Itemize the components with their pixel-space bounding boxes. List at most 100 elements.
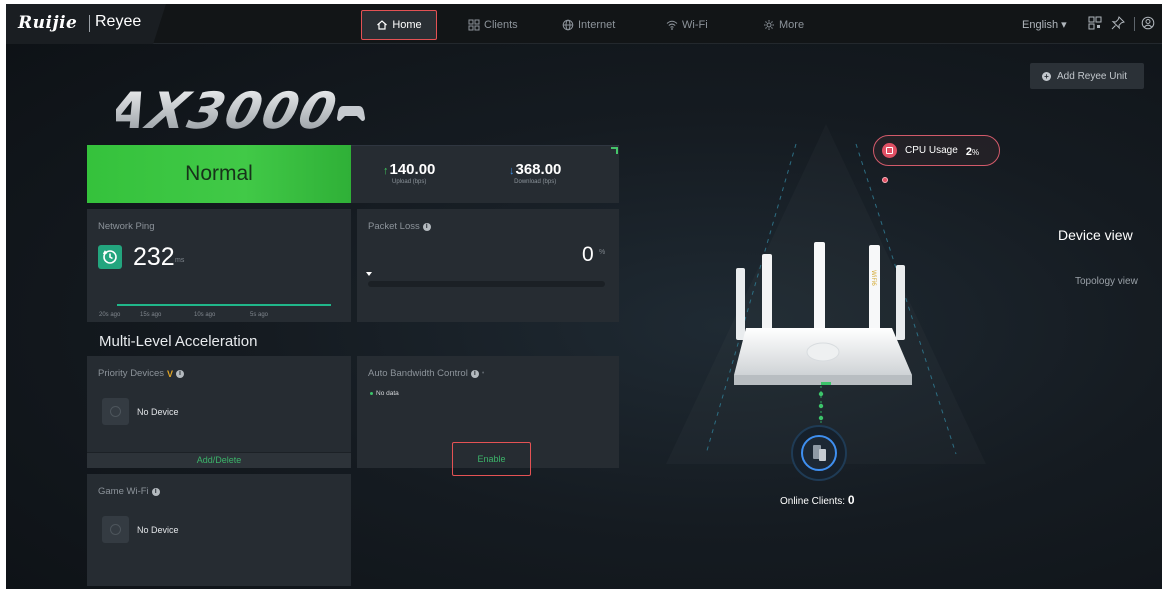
ping-tick: 15s ago xyxy=(140,312,162,318)
enable-button[interactable]: Enable xyxy=(452,442,531,476)
nav-clients-label: Clients xyxy=(484,19,518,31)
download-value: 368.00 xyxy=(515,161,562,178)
auto-bandwidth-card: Auto Bandwidth Control i • No data Enabl… xyxy=(357,356,619,476)
top-divider xyxy=(1134,17,1135,31)
chevron-down-icon: ▾ xyxy=(1061,19,1067,31)
logo-brand: Ruijie xyxy=(18,13,78,33)
corner-accent xyxy=(611,147,618,154)
packet-loss-card: Packet Loss i 0 % xyxy=(357,209,619,322)
top-nav-bar: Ruijie Reyee Home Clients Internet Wi-Fi… xyxy=(6,4,1162,44)
wifi-icon xyxy=(666,20,678,30)
online-clients-label: Online Clients: 0 xyxy=(780,493,855,507)
connection-line xyxy=(818,386,824,426)
qr-code-icon[interactable] xyxy=(1088,16,1102,30)
account-icon[interactable] xyxy=(1141,16,1155,30)
cpu-usage-label: CPU Usage xyxy=(905,145,958,156)
nav-wifi-label: Wi-Fi xyxy=(682,19,708,31)
game-wifi-title: Game Wi-Fi xyxy=(98,486,149,497)
nav-more[interactable]: More xyxy=(763,16,804,34)
upload-arrow-icon: ↑ xyxy=(383,165,389,177)
network-status-badge: Normal xyxy=(87,145,351,203)
status-dot-icon: • xyxy=(481,370,485,377)
nav-home-label: Home xyxy=(392,19,422,31)
vip-icon: V xyxy=(167,368,174,379)
game-wifi-empty-label: No Device xyxy=(137,525,179,535)
network-ping-card: Network Ping 232 ms 20s ago 15s ago 10s … xyxy=(87,209,351,322)
bandwidth-status: No data xyxy=(370,390,399,397)
info-icon[interactable]: i xyxy=(422,222,431,231)
tab-device-view[interactable]: Device view xyxy=(1058,227,1133,243)
plus-icon: + xyxy=(1042,71,1051,81)
packet-loss-unit: % xyxy=(599,249,606,256)
nav-internet[interactable]: Internet xyxy=(562,16,615,34)
ping-tick: 20s ago xyxy=(99,312,121,318)
globe-icon xyxy=(562,19,574,31)
network-status-label: Normal xyxy=(185,162,253,185)
traffic-rates-panel: ↑140.00 Upload (bps) ↓368.00 Download (b… xyxy=(351,145,619,203)
online-clients-count: 0 xyxy=(847,493,855,507)
ping-history-line xyxy=(117,304,331,306)
nav-home[interactable]: Home xyxy=(361,10,437,40)
cpu-usage-badge[interactable]: CPU Usage 2% xyxy=(873,135,1000,166)
empty-device-icon xyxy=(102,398,129,425)
language-select[interactable]: English ▾ xyxy=(1022,18,1067,31)
cpu-connector-dot xyxy=(882,177,888,183)
add-reyee-unit-button[interactable]: + Add Reyee Unit xyxy=(1030,63,1144,89)
add-reyee-unit-label: Add Reyee Unit xyxy=(1057,70,1128,82)
ping-unit: ms xyxy=(175,257,185,264)
language-label: English xyxy=(1022,19,1059,31)
info-icon[interactable]: i xyxy=(470,369,479,378)
auto-bandwidth-header: Auto Bandwidth Control i • xyxy=(368,368,484,379)
network-ping-title: Network Ping xyxy=(98,221,155,232)
cpu-usage-value: 2% xyxy=(965,145,980,158)
logo-product: Reyee xyxy=(95,13,142,30)
home-icon xyxy=(377,20,388,30)
online-clients-icon[interactable] xyxy=(790,424,848,482)
nav-clients[interactable]: Clients xyxy=(468,16,518,34)
priority-devices-header: Priority Devices V i xyxy=(98,368,185,379)
acceleration-title: Multi-Level Acceleration xyxy=(99,333,258,350)
packet-loss-marker xyxy=(366,272,372,276)
model-logo-text: AX3000 xyxy=(116,82,344,140)
upload-value: 140.00 xyxy=(389,161,436,178)
nav-internet-label: Internet xyxy=(578,19,616,31)
priority-devices-card: Priority Devices V i No Device Add/Delet… xyxy=(87,356,351,468)
info-icon[interactable]: i xyxy=(176,369,185,378)
upload-caption: Upload (bps) xyxy=(392,179,427,185)
ping-value: 232 xyxy=(133,243,175,271)
info-icon[interactable]: i xyxy=(151,487,160,496)
router-image[interactable]: WiFi6 xyxy=(724,240,914,398)
download-caption: Download (bps) xyxy=(514,179,557,185)
svg-text:WiFi6: WiFi6 xyxy=(870,270,877,286)
packet-loss-header: Packet Loss i xyxy=(368,221,431,232)
packet-loss-bar xyxy=(368,281,605,287)
ping-tick: 10s ago xyxy=(194,312,216,318)
download-rate: ↓368.00 Download (bps) xyxy=(509,161,561,185)
add-delete-button[interactable]: Add/Delete xyxy=(87,452,351,468)
logo-divider xyxy=(89,15,90,32)
nav-more-label: More xyxy=(779,19,805,31)
game-wifi-header: Game Wi-Fi i xyxy=(98,486,160,497)
empty-device-icon xyxy=(102,516,129,543)
auto-bandwidth-title: Auto Bandwidth Control xyxy=(368,368,468,379)
status-dot-icon xyxy=(370,392,373,395)
model-logo: AX3000 xyxy=(116,82,365,140)
nav-wifi[interactable]: Wi-Fi xyxy=(666,16,708,34)
game-wifi-card: Game Wi-Fi i No Device xyxy=(87,474,351,586)
app-frame: Ruijie Reyee Home Clients Internet Wi-Fi… xyxy=(6,4,1162,589)
packet-loss-title: Packet Loss xyxy=(368,221,420,232)
logo[interactable]: Ruijie Reyee xyxy=(6,4,166,44)
bandwidth-status-label: No data xyxy=(376,390,399,397)
priority-devices-title: Priority Devices xyxy=(98,368,164,379)
packet-loss-value: 0 xyxy=(582,243,594,266)
ping-icon xyxy=(98,245,122,269)
download-arrow-icon: ↓ xyxy=(509,165,515,177)
priority-empty-label: No Device xyxy=(137,407,179,417)
grid-icon xyxy=(468,19,480,31)
pin-icon[interactable] xyxy=(1111,16,1125,30)
ping-tick: 5s ago xyxy=(250,312,269,318)
tab-topology-view[interactable]: Topology view xyxy=(1075,276,1138,287)
cpu-icon xyxy=(882,143,897,158)
upload-rate: ↑140.00 Upload (bps) xyxy=(383,161,435,185)
gear-icon xyxy=(764,20,774,30)
